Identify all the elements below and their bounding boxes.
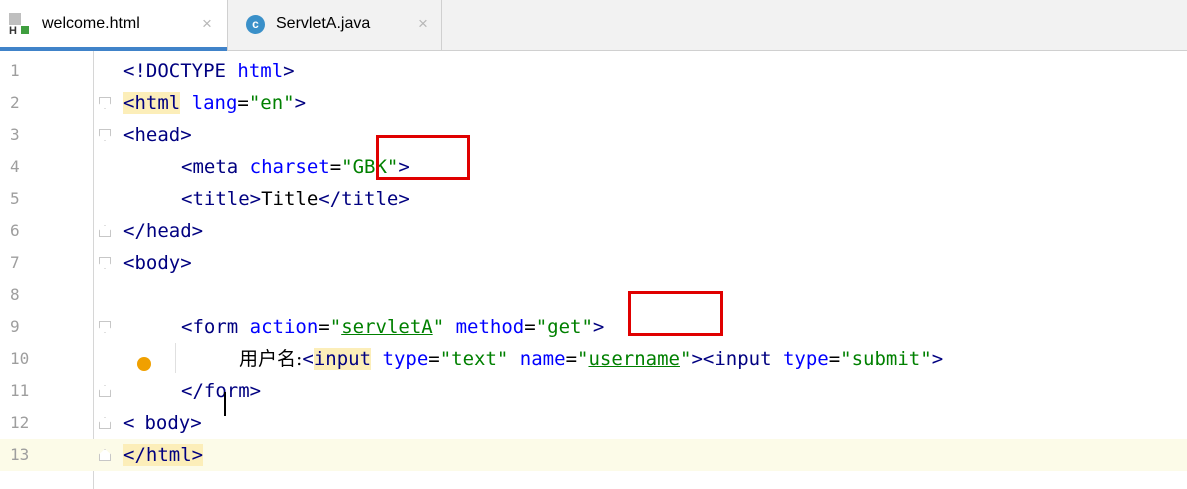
close-icon[interactable]: × xyxy=(418,14,428,34)
code-line[interactable]: 8 xyxy=(0,279,1187,311)
code-text[interactable]: <form action="servletA" method="get"> xyxy=(181,311,604,343)
line-number: 10 xyxy=(10,349,30,368)
code-line[interactable]: 7 <body> xyxy=(0,247,1187,279)
code-editor[interactable]: 1 <!DOCTYPE html> 2 <html lang="en"> 3 <… xyxy=(0,51,1187,489)
line-number: 1 xyxy=(10,61,20,80)
tab-welcome-html[interactable]: H welcome.html × xyxy=(0,0,228,51)
html-file-icon: H xyxy=(9,13,29,37)
fold-open-icon[interactable] xyxy=(99,321,111,333)
code-line[interactable]: 12 < body> xyxy=(0,407,1187,439)
fold-open-icon[interactable] xyxy=(99,97,111,109)
code-text[interactable]: </html> xyxy=(123,439,204,471)
close-icon[interactable]: × xyxy=(202,14,212,34)
code-text[interactable]: </form> xyxy=(181,375,261,407)
editor-tab-bar: H welcome.html × c ServletA.java × xyxy=(0,0,1187,51)
code-text[interactable]: </head> xyxy=(123,215,203,247)
code-line[interactable]: 9 <form action="servletA" method="get"> xyxy=(0,311,1187,343)
fold-close-icon[interactable] xyxy=(99,225,111,237)
code-line-current[interactable]: 13 </html> xyxy=(0,439,1187,471)
highlight-box-method xyxy=(628,291,723,336)
line-number: 3 xyxy=(10,125,20,144)
highlight-box-charset xyxy=(376,135,470,180)
line-number: 5 xyxy=(10,189,20,208)
code-text[interactable]: <!DOCTYPE html> xyxy=(123,55,295,87)
code-line[interactable]: 2 <html lang="en"> xyxy=(0,87,1187,119)
java-class-icon: c xyxy=(246,15,265,34)
code-text[interactable]: 用户名:<input type="text" name="username"><… xyxy=(239,343,943,375)
code-line[interactable]: 4 <meta charset="GBK"> xyxy=(0,151,1187,183)
code-text[interactable]: <body> xyxy=(123,247,192,279)
code-text[interactable]: <body> xyxy=(123,407,202,439)
code-line[interactable]: 1 <!DOCTYPE html> xyxy=(0,55,1187,87)
fold-close-icon[interactable] xyxy=(99,449,111,461)
code-line[interactable]: 11 </form> xyxy=(0,375,1187,407)
line-number: 2 xyxy=(10,93,20,112)
lightbulb-icon[interactable] xyxy=(137,357,151,371)
text-caret xyxy=(224,392,226,416)
code-line[interactable]: 3 <head> xyxy=(0,119,1187,151)
indent-guide xyxy=(175,343,176,373)
code-text[interactable]: <head> xyxy=(123,119,192,151)
code-line[interactable]: 10 用户名:<input type="text" name="username… xyxy=(0,343,1187,375)
line-number: 7 xyxy=(10,253,20,272)
line-number: 12 xyxy=(10,413,30,432)
code-text[interactable]: <html lang="en"> xyxy=(123,87,306,119)
line-number: 13 xyxy=(10,445,30,464)
code-line[interactable]: 5 <title>Title</title> xyxy=(0,183,1187,215)
fold-open-icon[interactable] xyxy=(99,257,111,269)
fold-close-icon[interactable] xyxy=(99,385,111,397)
tab-label: welcome.html xyxy=(42,15,140,32)
fold-open-icon[interactable] xyxy=(99,129,111,141)
line-number: 8 xyxy=(10,285,20,304)
code-line[interactable]: 6 </head> xyxy=(0,215,1187,247)
tab-label: ServletA.java xyxy=(276,15,371,32)
code-text[interactable]: <title>Title</title> xyxy=(181,183,410,215)
fold-close-icon[interactable] xyxy=(99,417,111,429)
ide-window: H welcome.html × c ServletA.java × 1 <!D… xyxy=(0,0,1187,489)
line-number: 11 xyxy=(10,381,30,400)
line-number: 9 xyxy=(10,317,20,336)
line-number: 6 xyxy=(10,221,20,240)
line-number: 4 xyxy=(10,157,20,176)
tab-servleta-java[interactable]: c ServletA.java × xyxy=(229,0,442,50)
